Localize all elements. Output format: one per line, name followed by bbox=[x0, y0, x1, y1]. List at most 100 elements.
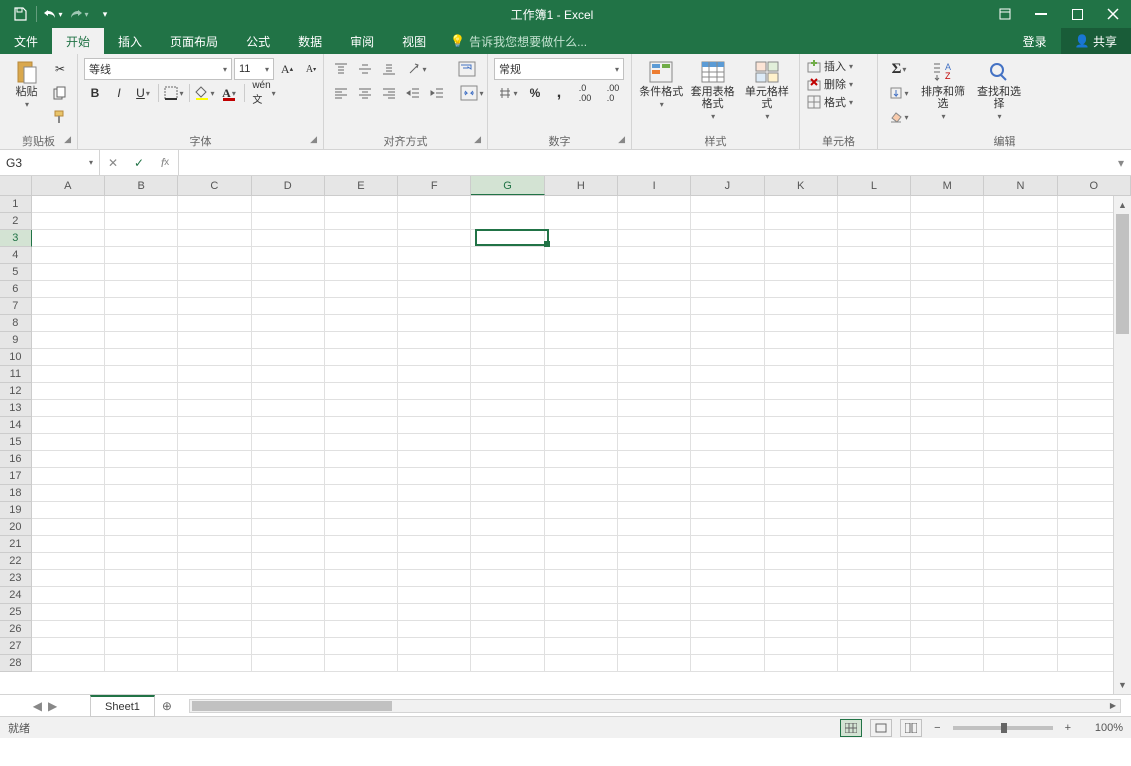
row-header[interactable]: 16 bbox=[0, 451, 32, 468]
cell[interactable] bbox=[252, 570, 325, 587]
cell[interactable] bbox=[838, 468, 911, 485]
cell[interactable] bbox=[545, 247, 618, 264]
cell[interactable] bbox=[545, 383, 618, 400]
tab-insert[interactable]: 插入 bbox=[104, 28, 156, 54]
font-dialog-icon[interactable]: ◢ bbox=[310, 134, 317, 145]
cell[interactable] bbox=[765, 383, 838, 400]
cell[interactable] bbox=[398, 468, 471, 485]
column-header[interactable]: J bbox=[691, 176, 764, 195]
cell[interactable] bbox=[105, 655, 178, 672]
cell[interactable] bbox=[838, 417, 911, 434]
cell[interactable] bbox=[325, 638, 398, 655]
cell[interactable] bbox=[984, 655, 1057, 672]
cell[interactable] bbox=[765, 638, 838, 655]
cell[interactable] bbox=[911, 332, 984, 349]
cell[interactable] bbox=[618, 638, 691, 655]
close-icon[interactable] bbox=[1095, 0, 1131, 28]
cell[interactable] bbox=[545, 468, 618, 485]
name-box[interactable]: G3▾ bbox=[0, 150, 100, 175]
cell[interactable] bbox=[618, 366, 691, 383]
cell[interactable] bbox=[984, 400, 1057, 417]
column-header[interactable]: N bbox=[984, 176, 1057, 195]
cell[interactable] bbox=[471, 553, 544, 570]
row-header[interactable]: 27 bbox=[0, 638, 32, 655]
cell[interactable] bbox=[765, 417, 838, 434]
cell[interactable] bbox=[765, 468, 838, 485]
cell[interactable] bbox=[691, 604, 764, 621]
cell[interactable] bbox=[178, 315, 251, 332]
cell[interactable] bbox=[838, 485, 911, 502]
cell[interactable] bbox=[765, 519, 838, 536]
cell[interactable] bbox=[618, 315, 691, 332]
cell[interactable] bbox=[105, 536, 178, 553]
cell[interactable] bbox=[178, 451, 251, 468]
cell[interactable] bbox=[105, 230, 178, 247]
column-header[interactable]: I bbox=[618, 176, 691, 195]
font-color-icon[interactable]: A▾ bbox=[218, 82, 240, 104]
format-painter-icon[interactable] bbox=[49, 106, 71, 128]
cell[interactable] bbox=[545, 451, 618, 468]
cell[interactable] bbox=[398, 485, 471, 502]
cell[interactable] bbox=[325, 417, 398, 434]
column-header[interactable]: G bbox=[471, 176, 544, 195]
cell[interactable] bbox=[911, 230, 984, 247]
row-header[interactable]: 2 bbox=[0, 213, 32, 230]
cell[interactable] bbox=[32, 230, 105, 247]
column-header[interactable]: O bbox=[1058, 176, 1131, 195]
cell[interactable] bbox=[838, 230, 911, 247]
ribbon-options-icon[interactable] bbox=[987, 0, 1023, 28]
align-top-icon[interactable] bbox=[330, 58, 352, 80]
row-header[interactable]: 11 bbox=[0, 366, 32, 383]
cell[interactable] bbox=[105, 298, 178, 315]
scroll-thumb-vertical[interactable] bbox=[1116, 214, 1129, 334]
cell[interactable] bbox=[105, 468, 178, 485]
cell[interactable] bbox=[32, 485, 105, 502]
cell[interactable] bbox=[178, 468, 251, 485]
cell[interactable] bbox=[105, 502, 178, 519]
enter-formula-icon[interactable]: ✓ bbox=[126, 150, 152, 176]
cell[interactable] bbox=[618, 468, 691, 485]
cell[interactable] bbox=[398, 196, 471, 213]
cell[interactable] bbox=[471, 485, 544, 502]
cell[interactable] bbox=[618, 247, 691, 264]
cell[interactable] bbox=[178, 247, 251, 264]
cell[interactable] bbox=[325, 298, 398, 315]
cell[interactable] bbox=[911, 519, 984, 536]
cell[interactable] bbox=[765, 655, 838, 672]
cell[interactable] bbox=[471, 247, 544, 264]
cell[interactable] bbox=[32, 196, 105, 213]
cell[interactable] bbox=[838, 638, 911, 655]
cell[interactable] bbox=[691, 315, 764, 332]
cell[interactable] bbox=[691, 213, 764, 230]
row-header[interactable]: 3 bbox=[0, 230, 32, 247]
cell[interactable] bbox=[32, 553, 105, 570]
cell[interactable] bbox=[471, 502, 544, 519]
cell[interactable] bbox=[838, 434, 911, 451]
cut-icon[interactable]: ✂ bbox=[49, 58, 71, 80]
cell[interactable] bbox=[838, 400, 911, 417]
cell[interactable] bbox=[471, 196, 544, 213]
font-name-combo[interactable]: 等线▾ bbox=[84, 58, 232, 80]
cell[interactable] bbox=[398, 502, 471, 519]
cell[interactable] bbox=[838, 570, 911, 587]
cell[interactable] bbox=[911, 502, 984, 519]
cell[interactable] bbox=[471, 655, 544, 672]
cell[interactable] bbox=[105, 247, 178, 264]
cell[interactable] bbox=[471, 621, 544, 638]
cell[interactable] bbox=[618, 621, 691, 638]
row-header[interactable]: 7 bbox=[0, 298, 32, 315]
tab-file[interactable]: 文件 bbox=[0, 28, 52, 54]
cell[interactable] bbox=[325, 366, 398, 383]
cell[interactable] bbox=[105, 451, 178, 468]
number-dialog-icon[interactable]: ◢ bbox=[618, 134, 625, 145]
row-header[interactable]: 1 bbox=[0, 196, 32, 213]
login-button[interactable]: 登录 bbox=[1009, 28, 1061, 54]
share-button[interactable]: 👤 共享 bbox=[1061, 28, 1131, 54]
cell[interactable] bbox=[471, 332, 544, 349]
cell[interactable] bbox=[984, 604, 1057, 621]
view-normal-icon[interactable] bbox=[840, 719, 862, 737]
cell[interactable] bbox=[32, 332, 105, 349]
cell[interactable] bbox=[105, 570, 178, 587]
cell[interactable] bbox=[765, 366, 838, 383]
cell[interactable] bbox=[178, 383, 251, 400]
